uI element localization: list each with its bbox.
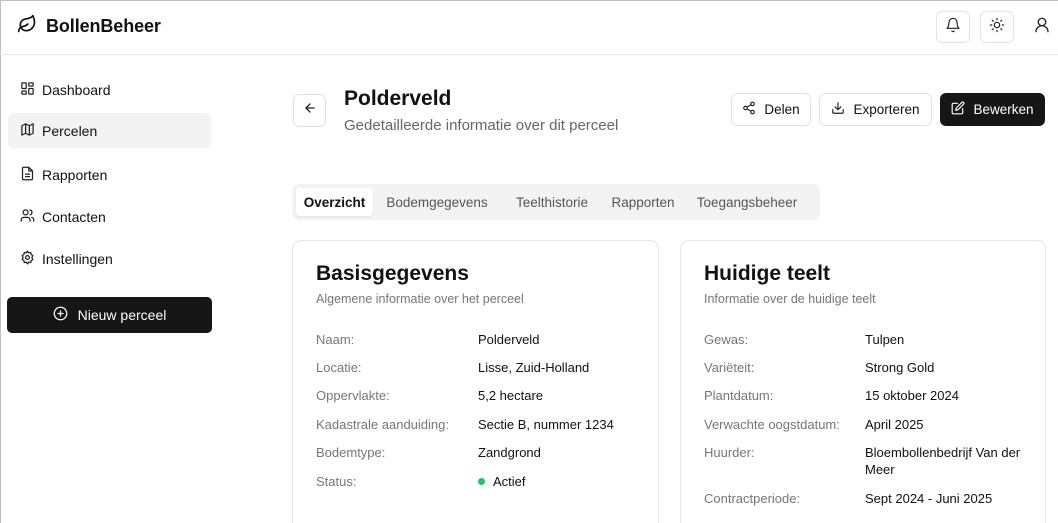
- card-title: Basisgegevens: [316, 262, 469, 285]
- theme-toggle-button[interactable]: [980, 11, 1014, 43]
- field-label: Gewas:: [704, 332, 749, 347]
- sun-icon: [989, 17, 1005, 38]
- field-label: Contractperiode:: [704, 491, 801, 506]
- field-value: 5,2 hectare: [478, 388, 544, 403]
- sidebar-item-label: Rapporten: [42, 166, 108, 183]
- field-value: Strong Gold: [865, 360, 935, 375]
- field-label: Locatie:: [316, 360, 362, 375]
- export-button[interactable]: Exporteren: [819, 93, 932, 126]
- card-title: Huidige teelt: [704, 262, 831, 285]
- huidige-teelt-card: Huidige teelt Informatie over de huidige…: [680, 240, 1046, 523]
- page-title: Polderveld: [344, 87, 452, 110]
- tab-teelthistorie[interactable]: Teelthistorie: [502, 188, 602, 216]
- field-value: Lisse, Zuid-Holland: [478, 360, 590, 375]
- status-text: Actief: [493, 474, 526, 489]
- page-subtitle: Gedetailleerde informatie over dit perce…: [344, 117, 619, 134]
- sidebar-item-label: Percelen: [42, 122, 98, 139]
- file-text-icon: [20, 166, 35, 184]
- brand[interactable]: BollenBeheer: [17, 14, 161, 39]
- field-label: Verwachte oogstdatum:: [704, 417, 840, 432]
- share-button[interactable]: Delen: [731, 93, 811, 126]
- field-label: Bodemtype:: [316, 445, 386, 460]
- edit-button[interactable]: Bewerken: [940, 93, 1045, 126]
- tab-overzicht[interactable]: Overzicht: [296, 188, 373, 216]
- leaf-icon: [17, 14, 37, 39]
- field-value: Sept 2024 - Juni 2025: [865, 491, 993, 506]
- share-label: Delen: [764, 102, 800, 117]
- sidebar-item-label: Dashboard: [42, 81, 111, 98]
- notifications-button[interactable]: [936, 11, 970, 43]
- tab-bar: Overzicht Bodemgegevens Teelthistorie Ra…: [292, 184, 820, 220]
- edit-label: Bewerken: [973, 102, 1034, 117]
- field-value: Sectie B, nummer 1234: [478, 417, 614, 432]
- sidebar-item-label: Instellingen: [42, 250, 113, 267]
- sidebar-item-percelen[interactable]: Percelen: [8, 113, 211, 148]
- field-label: Status:: [316, 474, 357, 489]
- field-label: Huurder:: [704, 445, 755, 460]
- card-subtitle: Informatie over de huidige teelt: [704, 292, 876, 306]
- new-parcel-button[interactable]: Nieuw perceel: [7, 297, 212, 333]
- field-label: Naam:: [316, 332, 355, 347]
- sidebar-item-instellingen[interactable]: Instellingen: [8, 241, 211, 276]
- back-button[interactable]: [293, 94, 326, 127]
- edit-icon: [951, 101, 965, 118]
- new-parcel-label: Nieuw perceel: [77, 307, 167, 323]
- card-subtitle: Algemene informatie over het perceel: [316, 292, 524, 306]
- field-label: Oppervlakte:: [316, 388, 390, 403]
- download-icon: [831, 101, 845, 118]
- sidebar-item-dashboard[interactable]: Dashboard: [8, 72, 211, 107]
- tab-bodemgegevens[interactable]: Bodemgegevens: [380, 188, 494, 216]
- sidebar: Dashboard Percelen Rapporten Contacten I…: [0, 55, 220, 523]
- field-value: Polderveld: [478, 332, 540, 347]
- field-label: Plantdatum:: [704, 388, 774, 403]
- status-dot: [478, 478, 485, 485]
- top-bar: BollenBeheer: [0, 0, 1058, 55]
- dashboard-icon: [20, 81, 35, 99]
- sidebar-item-contacten[interactable]: Contacten: [8, 199, 211, 234]
- sidebar-item-rapporten[interactable]: Rapporten: [8, 157, 211, 192]
- field-value: April 2025: [865, 417, 924, 432]
- field-value: Zandgrond: [478, 445, 541, 460]
- map-icon: [20, 122, 35, 140]
- share-icon: [742, 101, 756, 118]
- field-value: Bloembollenbedrijf Van der Meer: [865, 445, 1021, 477]
- plus-circle-icon: [53, 306, 68, 324]
- bell-icon: [945, 17, 961, 38]
- user-icon[interactable]: [1033, 16, 1051, 34]
- export-label: Exporteren: [853, 102, 920, 117]
- status-badge: Actief: [478, 473, 526, 490]
- field-label: Kadastrale aanduiding:: [316, 417, 449, 432]
- arrow-left-icon: [303, 101, 317, 120]
- field-label: Variëteit:: [704, 360, 755, 375]
- app-title: BollenBeheer: [46, 16, 161, 36]
- tab-toegangsbeheer[interactable]: Toegangsbeheer: [686, 188, 808, 216]
- field-value: Tulpen: [865, 332, 905, 347]
- field-value: 15 oktober 2024: [865, 388, 959, 403]
- gear-icon: [20, 249, 35, 268]
- sidebar-item-label: Contacten: [42, 208, 106, 225]
- users-icon: [20, 208, 35, 226]
- tab-rapporten[interactable]: Rapporten: [604, 188, 682, 216]
- basisgegevens-card: Basisgegevens Algemene informatie over h…: [292, 240, 659, 523]
